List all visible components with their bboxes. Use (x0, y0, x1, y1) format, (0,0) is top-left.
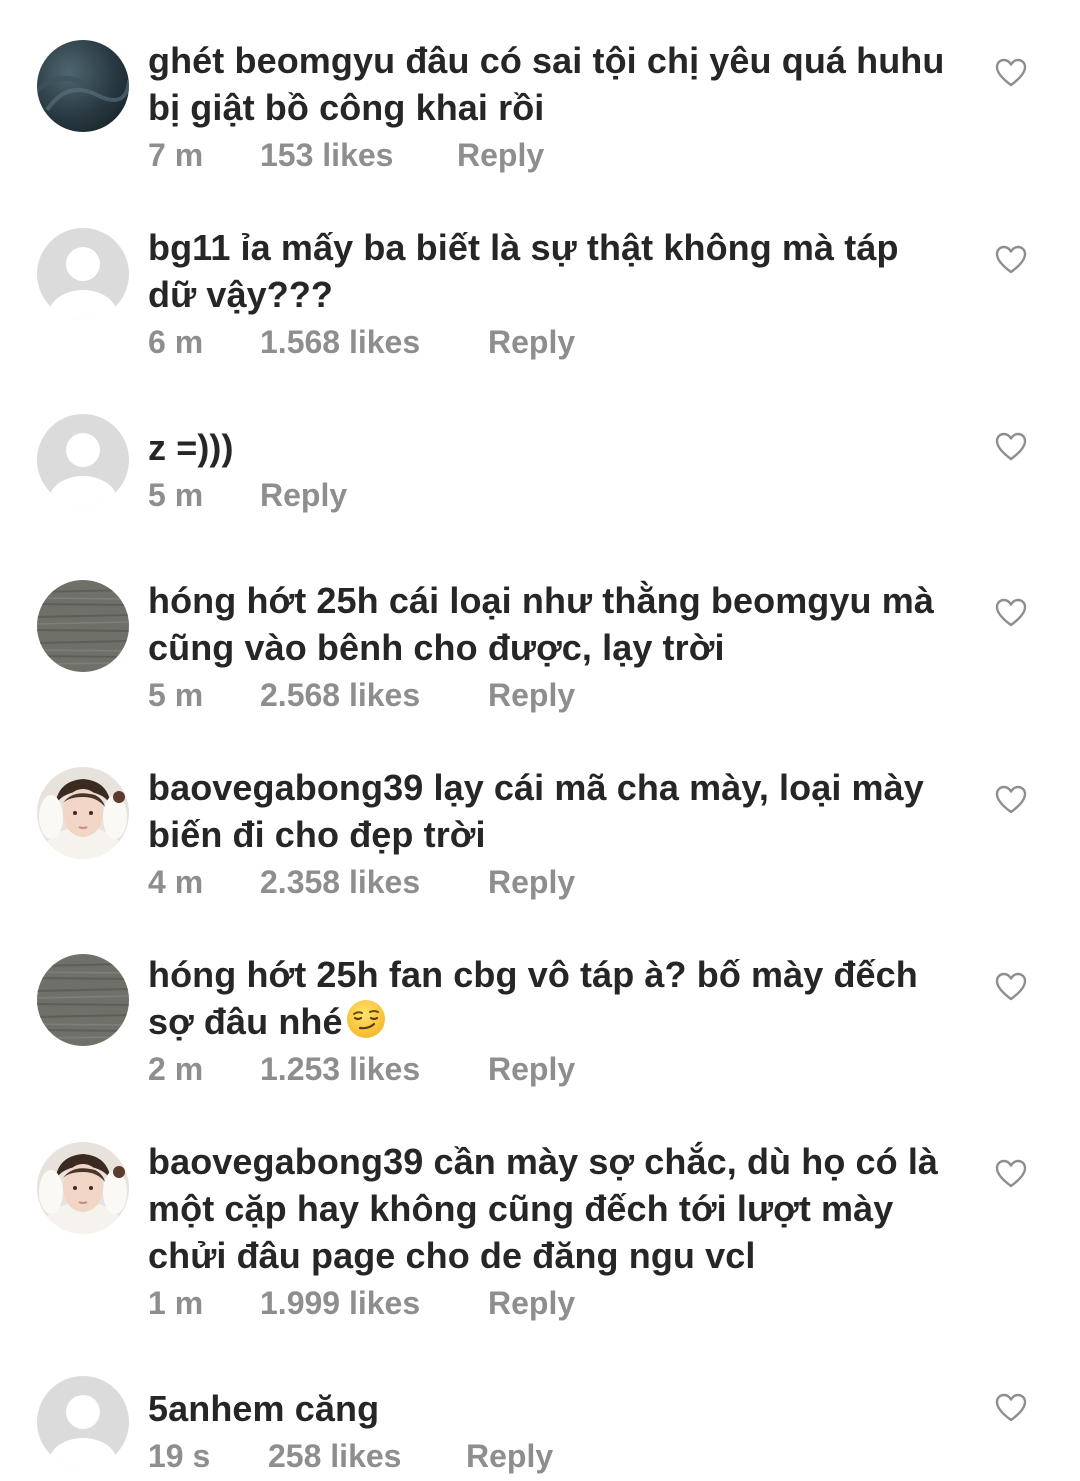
avatar[interactable] (37, 40, 129, 132)
heart-icon[interactable] (995, 245, 1027, 275)
comment-text: baovegabong39 lạy cái mã cha mày, loại m… (148, 764, 948, 858)
comment-time: 6 m (148, 324, 204, 360)
comment-meta: 1 m 1.999 likes Reply (148, 1285, 575, 1322)
comment-meta: 2 m 1.253 likes Reply (148, 1051, 575, 1088)
reply-button[interactable]: Reply (488, 1285, 575, 1322)
comment-likes[interactable]: 258 likes (268, 1438, 466, 1475)
comment-likes[interactable]: 2.568 likes (260, 677, 488, 714)
reply-button[interactable]: Reply (488, 1051, 575, 1088)
heart-icon[interactable] (995, 598, 1027, 628)
avatar[interactable] (37, 1142, 129, 1234)
comment-body: ỉa mấy ba biết là sự thật không mà táp d… (148, 227, 899, 315)
comment-likes[interactable]: 2.358 likes (260, 864, 488, 901)
reply-button[interactable]: Reply (488, 324, 575, 361)
comment-time: 5 m (148, 677, 204, 713)
comment-time: 5 m (148, 477, 204, 513)
reply-button[interactable]: Reply (260, 477, 347, 514)
comment-meta: 6 m 1.568 likes Reply (148, 324, 575, 361)
comment-meta: 5 m 2.568 likes Reply (148, 677, 575, 714)
comment-text: baovegabong39 cần mày sợ chắc, dù họ có … (148, 1138, 948, 1279)
heart-icon[interactable] (995, 432, 1027, 462)
comment-username[interactable]: baovegabong39 (148, 767, 423, 808)
comment-meta: 5 m Reply (148, 477, 347, 514)
reply-button[interactable]: Reply (488, 677, 575, 714)
comment-body: căng (294, 1388, 380, 1429)
comment-likes[interactable]: 1.253 likes (260, 1051, 488, 1088)
comment-text: hóng hớt 25h fan cbg vô táp à? bố mày đế… (148, 951, 948, 1045)
comment-time: 1 m (148, 1285, 204, 1321)
comment-username[interactable]: hóng hớt 25h (148, 580, 379, 621)
reply-button[interactable]: Reply (466, 1438, 553, 1475)
comment-username[interactable]: ghét beomgyu (148, 40, 395, 81)
comment-meta: 7 m 153 likes Reply (148, 137, 544, 174)
avatar[interactable] (37, 414, 129, 506)
avatar[interactable] (37, 954, 129, 1046)
comment-username[interactable]: hóng hớt 25h (148, 954, 379, 995)
comment-time: 7 m (148, 137, 204, 173)
comment-body: =))) (176, 427, 234, 468)
comment-username[interactable]: z (148, 427, 166, 468)
smirking-face-emoji (345, 998, 387, 1040)
comment-likes[interactable]: 1.999 likes (260, 1285, 488, 1322)
reply-button[interactable]: Reply (488, 864, 575, 901)
heart-icon[interactable] (995, 1393, 1027, 1423)
comment-text: z =))) (148, 424, 948, 471)
avatar[interactable] (37, 1376, 129, 1468)
avatar[interactable] (37, 228, 129, 320)
comment-text: hóng hớt 25h cái loại như thằng beomgyu … (148, 577, 948, 671)
comment-likes[interactable]: 153 likes (260, 137, 457, 174)
avatar[interactable] (37, 580, 129, 672)
comment-time: 19 s (148, 1438, 211, 1474)
heart-icon[interactable] (995, 785, 1027, 815)
comment-likes[interactable]: 1.568 likes (260, 324, 488, 361)
comment-time: 4 m (148, 864, 204, 900)
heart-icon[interactable] (995, 58, 1027, 88)
comment-username[interactable]: baovegabong39 (148, 1141, 423, 1182)
comment-username[interactable]: bg11 (148, 227, 230, 268)
comment-meta: 19 s 258 likes Reply (148, 1438, 553, 1475)
comment-time: 2 m (148, 1051, 204, 1087)
comment-text: bg11 ỉa mấy ba biết là sự thật không mà … (148, 224, 948, 318)
heart-icon[interactable] (995, 972, 1027, 1002)
reply-button[interactable]: Reply (457, 137, 544, 174)
comment-meta: 4 m 2.358 likes Reply (148, 864, 575, 901)
comment-text: 5anhem căng (148, 1385, 948, 1432)
comment-text: ghét beomgyu đâu có sai tội chị yêu quá … (148, 37, 948, 131)
comment-username[interactable]: 5anhem (148, 1388, 285, 1429)
avatar[interactable] (37, 767, 129, 859)
heart-icon[interactable] (995, 1159, 1027, 1189)
